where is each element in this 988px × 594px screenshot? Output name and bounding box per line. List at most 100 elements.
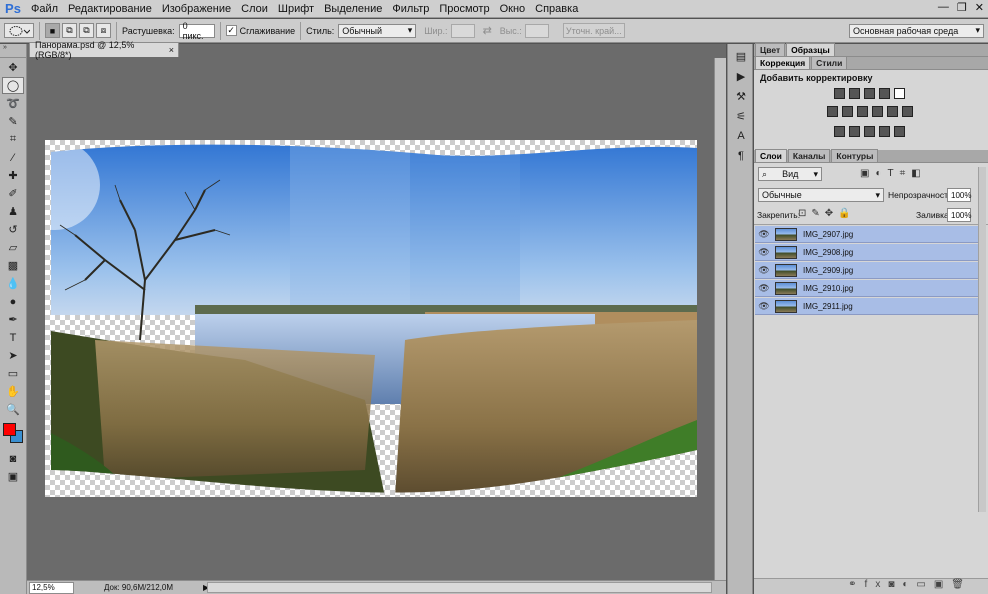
brush-tool-icon[interactable]: ✐	[2, 185, 24, 202]
height-input[interactable]	[524, 23, 549, 38]
close-window-button[interactable]: ✕	[975, 1, 984, 14]
selective-color-icon[interactable]	[894, 126, 905, 137]
zoom-tool-icon[interactable]: 🔍	[2, 401, 24, 418]
horizontal-scrollbar[interactable]	[207, 582, 712, 593]
menu-help[interactable]: Справка	[530, 3, 583, 15]
close-tab-icon[interactable]: ×	[169, 45, 174, 55]
foreground-color-swatch[interactable]	[3, 423, 16, 436]
path-selection-tool-icon[interactable]: ➤	[2, 347, 24, 364]
clone-stamp-tool-icon[interactable]: ♟	[2, 203, 24, 220]
quick-selection-tool-icon[interactable]: ✎	[2, 113, 24, 130]
brush-presets-icon[interactable]: ⚟	[731, 108, 751, 124]
new-selection-icon[interactable]: ■	[45, 23, 60, 38]
menu-type[interactable]: Шрифт	[273, 3, 319, 15]
ellipse-marquee-tool-icon[interactable]: ◯	[2, 77, 24, 94]
screen-mode-icon[interactable]: ▣	[2, 468, 24, 485]
menu-select[interactable]: Выделение	[319, 3, 387, 15]
visibility-eye-icon[interactable]: 👁	[755, 229, 773, 240]
blend-mode-select[interactable]: Обычные ▾	[758, 188, 884, 202]
pen-tool-icon[interactable]: ✒	[2, 311, 24, 328]
history-brush-tool-icon[interactable]: ↺	[2, 221, 24, 238]
brightness-icon[interactable]	[834, 88, 845, 99]
tab-layers[interactable]: Слои	[755, 149, 787, 162]
invert-icon[interactable]	[834, 126, 845, 137]
blur-tool-icon[interactable]: 💧	[2, 275, 24, 292]
lasso-tool-icon[interactable]: ➰	[2, 95, 24, 112]
tab-swatches[interactable]: Образцы	[786, 43, 835, 56]
tool-presets-icon[interactable]: ⚒	[731, 88, 751, 104]
antialias-checkbox[interactable]: ✓	[225, 25, 237, 36]
layers-scrollbar[interactable]	[978, 167, 986, 512]
feather-input[interactable]: 0 пикс.	[178, 21, 215, 41]
menu-window[interactable]: Окно	[495, 3, 531, 15]
color-lookup-icon[interactable]	[902, 106, 913, 117]
document-tab[interactable]: Панорама.psd @ 12,5% (RGB/8*) ×	[29, 40, 179, 60]
tab-adjustments[interactable]: Коррекция	[755, 56, 811, 69]
hue-saturation-icon[interactable]	[827, 106, 838, 117]
layer-row[interactable]: 👁 IMG_2908.jpg	[755, 244, 978, 261]
eraser-tool-icon[interactable]: ▱	[2, 239, 24, 256]
tab-channels[interactable]: Каналы	[787, 149, 831, 162]
balance-icon[interactable]	[842, 106, 853, 117]
layer-row[interactable]: 👁 IMG_2909.jpg	[755, 262, 978, 279]
type-tool-icon[interactable]: T	[2, 329, 24, 346]
subtract-selection-icon[interactable]: ⧉	[79, 23, 94, 38]
channel-mixer-icon[interactable]	[887, 106, 898, 117]
menu-layers[interactable]: Слои	[236, 3, 273, 15]
width-input[interactable]	[450, 23, 475, 38]
vertical-scrollbar[interactable]	[714, 58, 726, 580]
dodge-tool-icon[interactable]: ●	[2, 293, 24, 310]
menu-view[interactable]: Просмотр	[434, 3, 494, 15]
eyedropper-tool-icon[interactable]: ⁄	[2, 149, 24, 166]
panorama-canvas[interactable]	[45, 140, 697, 497]
layer-filter-select[interactable]: ⌕ Вид ▾	[758, 167, 822, 181]
tab-styles[interactable]: Стили	[811, 56, 848, 69]
rectangle-tool-icon[interactable]: ▭	[2, 365, 24, 382]
workspace-select[interactable]: Основная рабочая среда ▾	[849, 23, 984, 38]
intersect-selection-icon[interactable]: ⧈	[96, 23, 111, 38]
tool-preset-picker[interactable]	[4, 23, 34, 38]
menu-file[interactable]: Файл	[26, 3, 63, 15]
tab-paths[interactable]: Контуры	[831, 149, 879, 162]
black-white-icon[interactable]	[857, 106, 868, 117]
layers-footer-icons[interactable]: ⚭fx◙◐▭▣🗑	[754, 578, 988, 594]
levels-icon[interactable]	[849, 88, 860, 99]
zoom-field[interactable]: 12,5%	[29, 581, 74, 594]
posterize-icon[interactable]	[849, 126, 860, 137]
minimize-button[interactable]: —	[938, 1, 949, 14]
layer-row[interactable]: 👁 IMG_2907.jpg	[755, 226, 978, 243]
fill-input[interactable]: 100%	[947, 208, 971, 222]
refine-edge-button[interactable]: Уточн. край...	[562, 23, 625, 38]
tab-color[interactable]: Цвет	[755, 43, 786, 56]
exposure-icon[interactable]	[879, 88, 890, 99]
swap-icon[interactable]: ⇄	[483, 24, 492, 37]
curves-icon[interactable]	[864, 88, 875, 99]
healing-brush-tool-icon[interactable]: ✚	[2, 167, 24, 184]
history-panel-icon[interactable]: ▤	[731, 48, 751, 64]
paragraph-panel-icon[interactable]: ¶	[731, 148, 751, 164]
style-select[interactable]: Обычный ▾	[338, 23, 417, 38]
threshold-icon[interactable]	[864, 126, 875, 137]
opacity-input[interactable]: 100%	[947, 188, 971, 202]
layer-row[interactable]: 👁 IMG_2911.jpg	[755, 298, 978, 315]
crop-tool-icon[interactable]: ⌗	[2, 131, 24, 148]
visibility-eye-icon[interactable]: 👁	[755, 301, 773, 312]
quick-mask-icon[interactable]: ◙	[2, 450, 24, 467]
layer-filter-icons[interactable]: ▣◐T⌗◧	[860, 168, 927, 179]
gradient-tool-icon[interactable]: ▩	[2, 257, 24, 274]
move-tool-icon[interactable]: ✥	[2, 59, 24, 76]
add-selection-icon[interactable]: ⧉	[62, 23, 77, 38]
collapse-icon[interactable]: »	[0, 44, 26, 58]
menu-filter[interactable]: Фильтр	[387, 3, 434, 15]
hand-tool-icon[interactable]: ✋	[2, 383, 24, 400]
character-panel-icon[interactable]: A	[731, 128, 751, 144]
layer-row[interactable]: 👁 IMG_2910.jpg	[755, 280, 978, 297]
gradient-map-icon[interactable]	[879, 126, 890, 137]
lock-icons[interactable]: ⊡✎✥🔒	[798, 208, 856, 219]
visibility-eye-icon[interactable]: 👁	[755, 247, 773, 258]
menu-edit[interactable]: Редактирование	[63, 3, 157, 15]
visibility-eye-icon[interactable]: 👁	[755, 265, 773, 276]
menu-image[interactable]: Изображение	[157, 3, 236, 15]
actions-panel-icon[interactable]: ▶	[731, 68, 751, 84]
restore-button[interactable]: ❐	[957, 1, 967, 14]
